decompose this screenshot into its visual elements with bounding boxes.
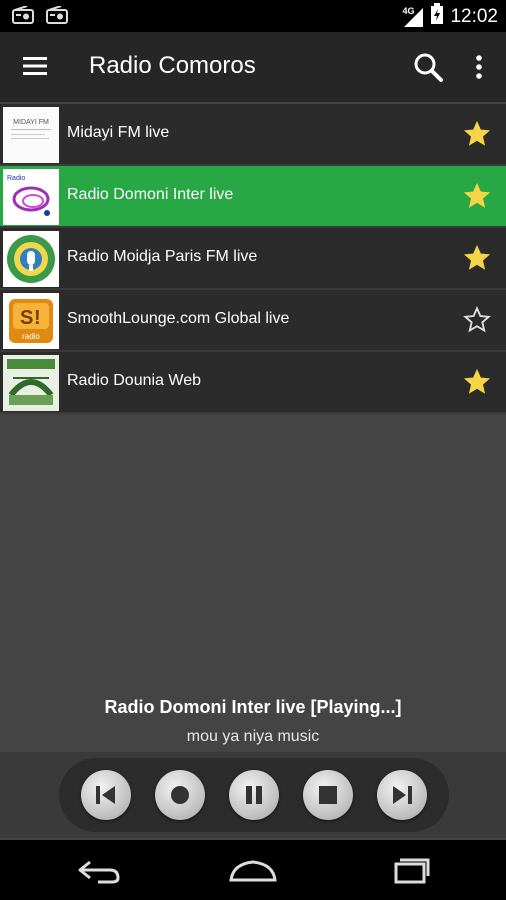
now-playing: Radio Domoni Inter live [Playing...] mou… <box>0 697 506 746</box>
favorite-star-outline-icon[interactable] <box>463 306 491 334</box>
station-logo <box>3 355 59 411</box>
favorite-star-icon[interactable] <box>463 182 491 210</box>
favorite-star-icon[interactable] <box>463 368 491 396</box>
stop-button[interactable] <box>303 770 353 820</box>
previous-button[interactable] <box>81 770 131 820</box>
station-row[interactable]: MIDAYI FM Midayi FM live <box>0 104 506 166</box>
smooth-logo-text: radio <box>22 332 40 341</box>
station-row-active[interactable]: Radio Radio Domoni Inter live <box>0 166 506 228</box>
station-logo: S! radio <box>3 293 59 349</box>
battery-icon <box>430 3 444 31</box>
station-name: SmoothLounge.com Global live <box>67 310 290 327</box>
station-logo <box>3 231 59 287</box>
station-name: Radio Moidja Paris FM live <box>67 248 258 265</box>
station-row[interactable]: Radio Dounia Web <box>0 352 506 414</box>
search-icon[interactable] <box>412 51 444 83</box>
radio-notification-icon <box>46 5 68 29</box>
home-icon[interactable] <box>223 852 283 888</box>
domoni-logo-text: Radio <box>7 175 25 182</box>
now-playing-title: Radio Domoni Inter live [Playing...] <box>104 697 402 717</box>
station-name: Radio Dounia Web <box>67 372 202 389</box>
station-logo: MIDAYI FM <box>3 107 59 163</box>
status-bar: 4G 12:02 <box>0 0 506 32</box>
midayi-logo-text: MIDAYI FM <box>13 119 49 126</box>
favorite-star-icon[interactable] <box>463 120 491 148</box>
player-controls <box>59 758 449 832</box>
back-icon[interactable] <box>70 852 130 888</box>
clock: 12:02 <box>450 6 498 27</box>
app-title: Radio Comoros <box>89 52 256 79</box>
radio-notification-icon <box>12 5 34 29</box>
favorite-star-icon[interactable] <box>463 244 491 272</box>
pause-button[interactable] <box>229 770 279 820</box>
signal-icon: 4G <box>402 6 424 28</box>
station-row[interactable]: Radio Moidja Paris FM live <box>0 228 506 290</box>
station-logo: Radio <box>3 169 59 225</box>
record-button[interactable] <box>155 770 205 820</box>
svg-text:!: ! <box>34 307 41 329</box>
station-row[interactable]: S! radio SmoothLounge.com Global live <box>0 290 506 352</box>
recents-icon[interactable] <box>380 852 440 888</box>
station-name: Radio Domoni Inter live <box>67 186 234 203</box>
station-list: MIDAYI FM Midayi FM live Radio Radio Dom… <box>0 104 506 414</box>
overflow-menu-icon[interactable] <box>474 54 484 80</box>
app-bar: Radio Comoros <box>0 32 506 102</box>
station-name: Midayi FM live <box>67 124 170 141</box>
navigation-bar <box>0 840 506 900</box>
network-type: 4G <box>402 6 415 16</box>
now-playing-subtitle: mou ya niya music <box>186 728 320 745</box>
hamburger-menu-icon[interactable] <box>23 56 47 76</box>
next-button[interactable] <box>377 770 427 820</box>
svg-text:S: S <box>20 307 33 329</box>
